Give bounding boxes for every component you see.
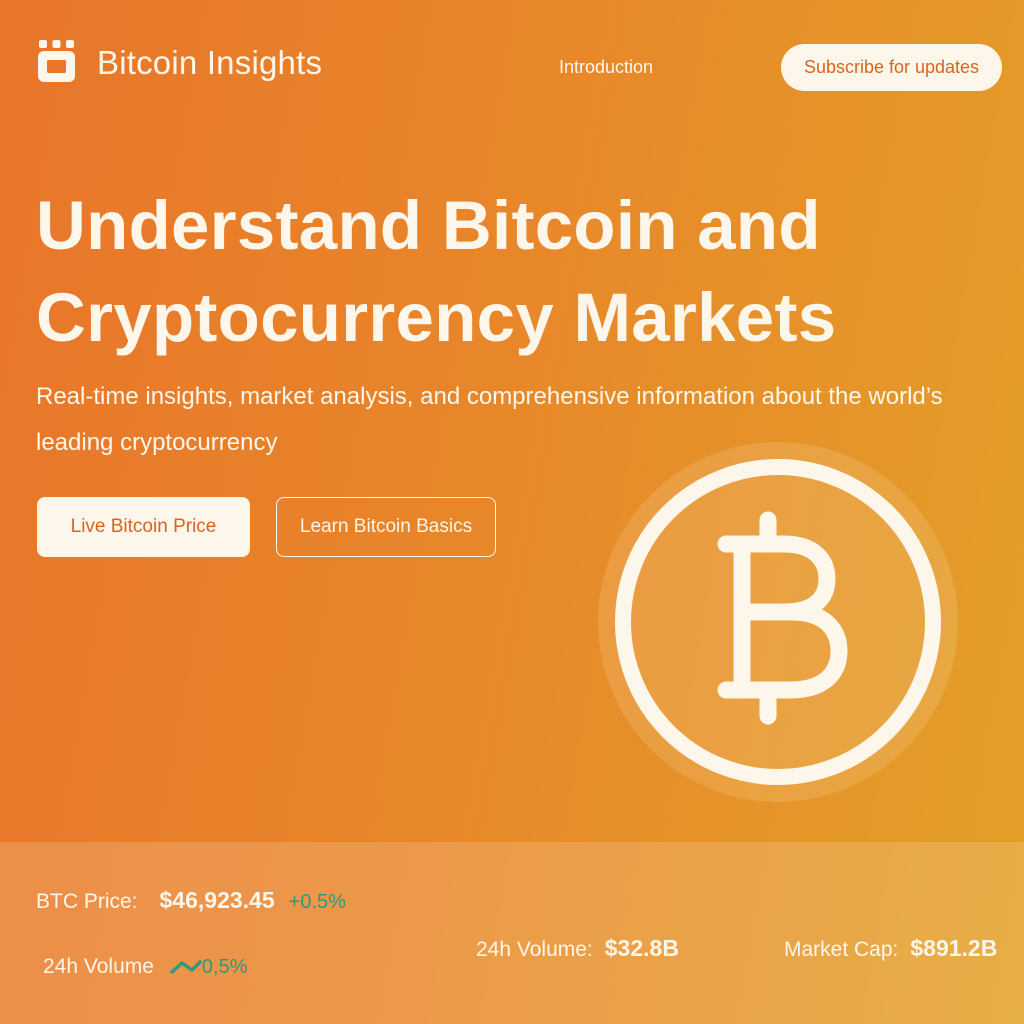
market-cap-stat: Market Cap: $891.2B [784,935,997,962]
hero-title-line-2: Cryptocurrency Markets [36,279,837,356]
btc-price-change: +0.5% [288,891,346,913]
market-cap-label: Market Cap: [784,938,899,961]
btc-price-value: $46,923.45 [159,887,275,913]
volume-trend-change: 0,5% [201,955,248,978]
learn-basics-button[interactable]: Learn Bitcoin Basics [276,497,496,557]
nav-introduction[interactable]: Introduction [559,57,653,78]
site-header: Bitcoin Insights Introduction Subscribe … [0,0,1024,130]
volume-trend-label: 24h Volume [43,955,154,978]
hero-title: Understand Bitcoin and Cryptocurrency Ma… [36,180,936,364]
btc-price-stat: BTC Price: $46,923.45 +0.5% [36,887,346,914]
volume-stat: 24h Volume: $32.8B [476,935,679,962]
trend-up-icon [170,960,202,974]
subscribe-button[interactable]: Subscribe for updates [781,44,1002,91]
live-price-button[interactable]: Live Bitcoin Price [37,497,250,557]
market-stats-bar [0,842,1024,1024]
btc-price-label: BTC Price: [36,890,138,913]
brand-name[interactable]: Bitcoin Insights [97,44,322,82]
volume-label: 24h Volume: [476,938,593,961]
market-cap-value: $891.2B [910,935,998,961]
logo-icon[interactable] [38,40,75,82]
volume-value: $32.8B [604,935,679,961]
volume-trend-stat: 24h Volume 0,5% [43,955,248,979]
bitcoin-icon [598,442,958,802]
hero-title-line-1: Understand Bitcoin and [36,187,821,264]
